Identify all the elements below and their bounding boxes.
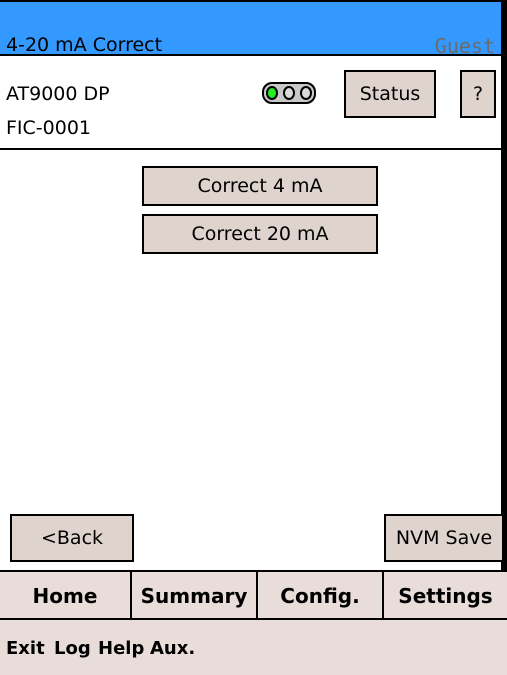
- page-title: 4-20 mA Correct: [6, 34, 163, 56]
- menu-bar: Exit Log Help Aux.: [0, 620, 507, 675]
- led-1-icon: [266, 86, 279, 100]
- user-label: Guest: [434, 34, 495, 58]
- menu-log[interactable]: Log: [54, 638, 91, 659]
- back-button[interactable]: <Back: [10, 514, 134, 562]
- nav-summary[interactable]: Summary: [132, 572, 258, 620]
- menu-exit[interactable]: Exit: [6, 638, 45, 659]
- device-name: AT9000 DP: [6, 83, 110, 105]
- correct-20ma-button[interactable]: Correct 20 mA: [142, 214, 378, 254]
- led-2-icon: [282, 86, 295, 100]
- nvm-save-button[interactable]: NVM Save: [384, 514, 504, 562]
- correct-4ma-button[interactable]: Correct 4 mA: [142, 166, 378, 206]
- menu-help[interactable]: Help: [98, 638, 144, 659]
- nav-config[interactable]: Config.: [258, 572, 384, 620]
- device-tag: FIC-0001: [6, 117, 92, 139]
- menu-aux[interactable]: Aux.: [150, 638, 195, 659]
- nav-bar: Home Summary Config. Settings: [0, 570, 507, 620]
- status-led-indicator: [262, 82, 316, 104]
- status-button[interactable]: Status: [344, 70, 436, 118]
- nav-home[interactable]: Home: [0, 572, 132, 620]
- title-bar: 4-20 mA Correct Guest: [0, 0, 501, 58]
- led-3-icon: [299, 86, 312, 100]
- nav-settings[interactable]: Settings: [384, 572, 507, 620]
- help-button[interactable]: ?: [460, 70, 496, 118]
